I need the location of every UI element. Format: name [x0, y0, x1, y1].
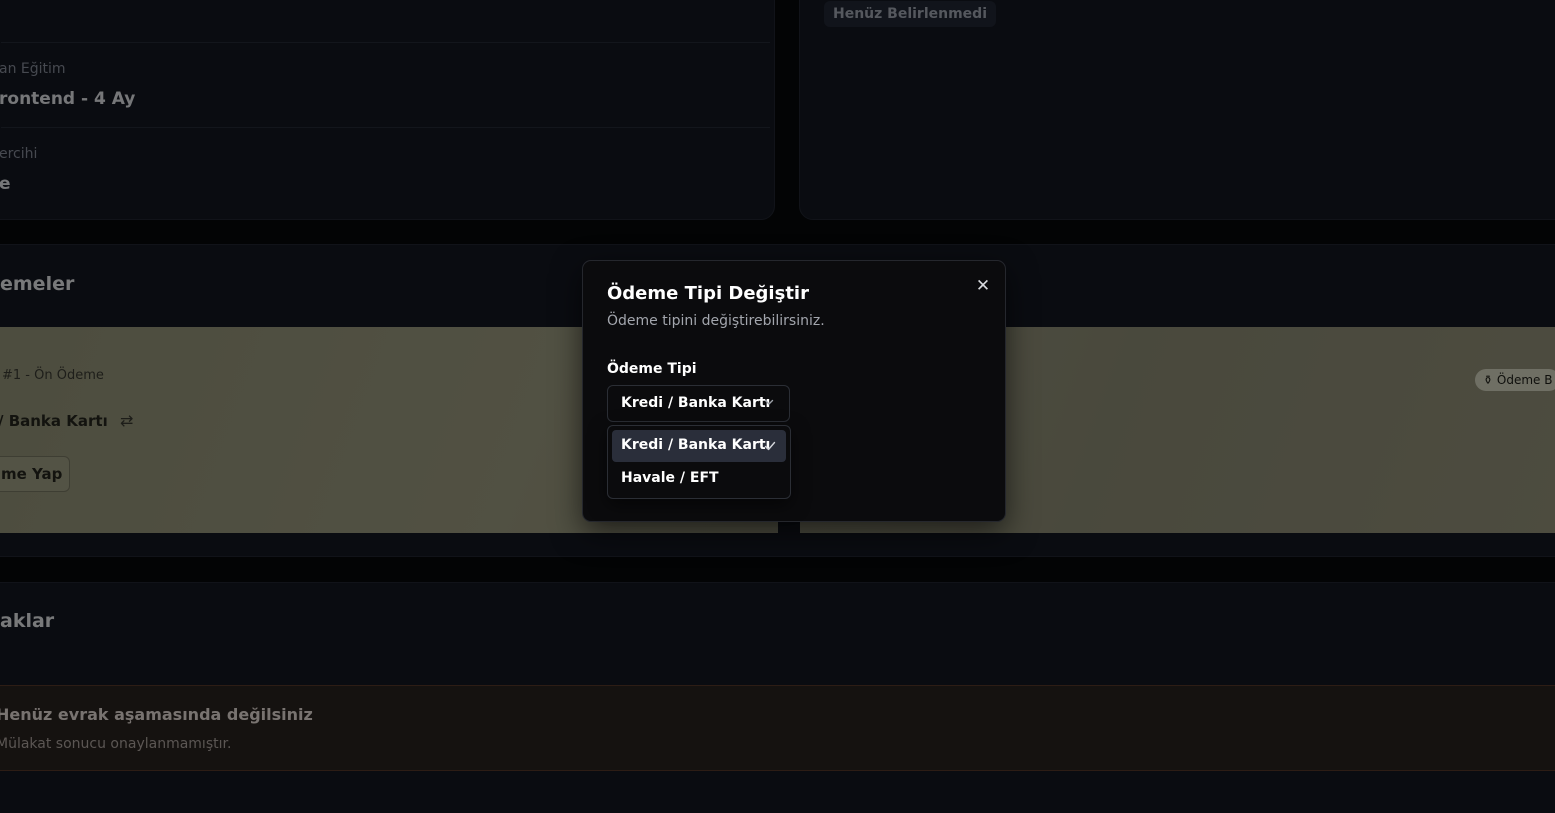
option-bank-transfer[interactable]: Havale / EFT: [612, 463, 786, 495]
chevron-down-icon: [764, 399, 774, 405]
close-icon[interactable]: ✕: [972, 275, 994, 297]
payment-type-options: Kredi / Banka Kartı Havale / EFT: [607, 425, 791, 499]
option-credit-card[interactable]: Kredi / Banka Kartı: [612, 430, 786, 462]
dialog-description: Ödeme tipini değiştirebilirsiniz.: [607, 313, 825, 329]
option-label: Kredi / Banka Kartı: [621, 437, 771, 453]
option-label: Havale / EFT: [621, 470, 719, 486]
dialog-title: Ödeme Tipi Değiştir: [607, 283, 809, 304]
payment-type-label: Ödeme Tipi: [607, 361, 697, 377]
check-icon: [764, 441, 776, 451]
payment-type-select[interactable]: Kredi / Banka Kartı: [607, 385, 790, 422]
select-value: Kredi / Banka Kartı: [621, 395, 771, 411]
